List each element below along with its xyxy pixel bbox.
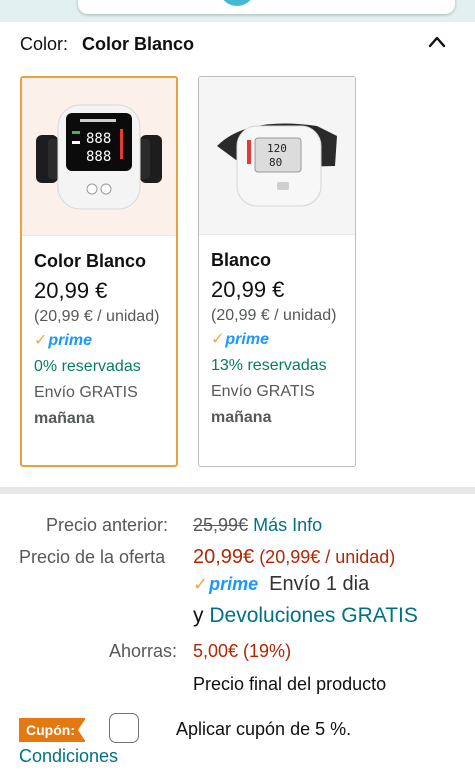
variant-shipping-day: mañana [211,409,272,426]
prime-check-icon: ✓ [211,331,225,348]
color-value: Color Blanco [82,33,195,54]
top-card [78,0,455,14]
variant-unit-price: (20,99 € / unidad) [211,307,337,324]
prime-check-icon: ✓ [193,574,209,594]
prime-badge: ✓ prime [34,328,92,354]
variant-card-color-blanco[interactable]: 888 888 Color Blanco 20,99 € (20,99 € / … [20,76,178,467]
prime-delivery-row: ✓ prime Envío 1 dia [193,571,369,597]
coupon-tag: Cupón: [19,718,86,742]
previous-price-value-row: 25,99€ Más Info [193,512,322,538]
previous-price: 25,99€ [193,515,249,535]
deal-price-label-row: Precio de la oferta [19,544,165,570]
chevron-up-icon[interactable] [427,34,447,50]
variant-price: 20,99 € [34,278,108,303]
deal-price-label: Precio de la oferta [19,547,166,567]
prime-check-icon: ✓ [34,332,48,349]
blood-pressure-monitor-image: 888 888 [36,104,162,209]
previous-price-label: Precio anterior: [46,515,169,535]
deal-unit-price: (20,99€ / unidad) [259,547,396,567]
free-returns-link[interactable]: Devoluciones GRATIS [209,604,418,627]
savings-label-row: Ahorras: [109,638,177,664]
savings-value-row: 5,00€ (19%) [193,638,291,664]
variant-name: Blanco [211,250,272,270]
delivery-text: Envío 1 dia [269,573,370,595]
variant-shipping: Envío GRATIS [211,383,315,400]
prime-badge: ✓ prime [193,571,258,597]
svg-text:888: 888 [86,131,111,147]
prime-badge: ✓ prime [211,327,269,353]
savings-value: 5,00€ (19%) [193,641,292,661]
savings-label: Ahorras: [109,641,178,661]
variant-image: 120 80 [199,77,355,234]
variant-shipping: Envío GRATIS [34,384,138,401]
deal-price-value-row: 20,99€ (20,99€ / unidad) [193,544,395,570]
color-label: Color: [20,33,69,54]
previous-price-row: Precio anterior: [46,512,168,538]
variant-info: Blanco 20,99 € (20,99 € / unidad) ✓ prime… [199,234,355,431]
more-info-link[interactable]: Más Info [253,515,322,535]
variant-name: Color Blanco [34,251,147,271]
deal-price: 20,99€ [193,546,255,568]
variant-reserved: 0% reservadas [34,358,141,375]
coupon-checkbox[interactable] [109,713,139,743]
returns-row: y Devoluciones GRATIS [193,603,418,629]
variant-card-blanco[interactable]: 120 80 Blanco 20,99 € (20,99 € / unidad)… [198,76,356,467]
svg-text:80: 80 [269,156,282,169]
coupon-text: Aplicar cupón de 5 %. [176,719,352,739]
variant-image: 888 888 [22,78,176,235]
svg-text:120: 120 [267,142,287,155]
variant-shipping-day: mañana [34,410,95,427]
returns-prefix: y [193,604,204,627]
color-selector-header[interactable]: Color: Color Blanco [20,32,455,56]
variant-price: 20,99 € [211,277,285,302]
final-price-note: Precio final del producto [193,674,387,694]
section-divider [0,487,475,494]
svg-text:888: 888 [86,149,111,165]
variant-unit-price: (20,99 € / unidad) [34,308,160,325]
final-price-note-row: Precio final del producto [193,671,386,697]
variant-reserved: 13% reservadas [211,357,327,374]
blood-pressure-monitor-image: 120 80 [217,123,337,206]
coupon-conditions-link[interactable]: Condiciones [19,743,118,769]
variant-info: Color Blanco 20,99 € (20,99 € / unidad) … [22,235,176,432]
